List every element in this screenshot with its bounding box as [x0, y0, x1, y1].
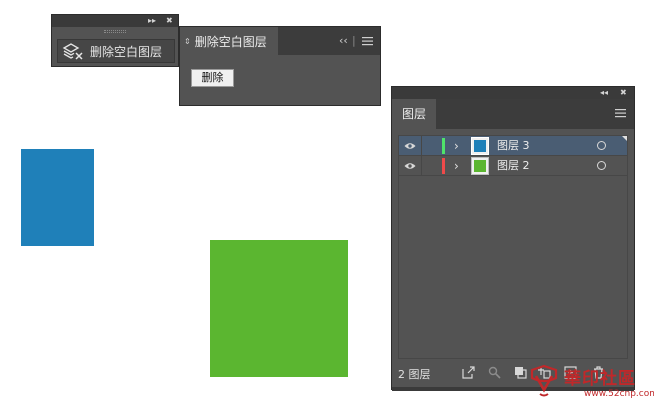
- delete-blank-layers-panel-button[interactable]: 删除空白图层: [57, 39, 175, 63]
- search-icon[interactable]: [488, 366, 501, 379]
- target-icon[interactable]: [597, 141, 606, 150]
- green-rectangle[interactable]: [210, 240, 348, 377]
- expand-icon[interactable]: ›: [454, 156, 459, 176]
- delete-blank-layers-panel: ⇕ 删除空白图层 ‹‹ | 删除: [179, 26, 381, 106]
- layer-thumbnail: [471, 157, 489, 175]
- layer-count: 2 图层: [398, 368, 431, 381]
- menu-icon[interactable]: [615, 108, 626, 118]
- panel-grip[interactable]: [104, 30, 126, 33]
- layer-color-tag: [442, 158, 445, 174]
- expand-panels-icon[interactable]: ▸▸: [148, 15, 156, 27]
- blue-rectangle[interactable]: [21, 149, 94, 246]
- close-icon[interactable]: ✖: [620, 87, 627, 99]
- layers-panel-topbar[interactable]: ◂◂ ✖: [392, 87, 634, 99]
- close-icon[interactable]: ✖: [166, 15, 173, 27]
- expand-icon[interactable]: ›: [454, 136, 459, 156]
- layer-thumbnail: [471, 137, 489, 155]
- delete-blank-layers-label: 删除空白图层: [90, 44, 163, 59]
- collapse-icon[interactable]: ‹‹: [339, 27, 348, 55]
- watermark-brand: 華印社區: [564, 369, 636, 389]
- column-divider: [421, 136, 422, 156]
- tab-label: 删除空白图层: [194, 34, 267, 49]
- column-divider: [421, 156, 422, 176]
- separator: |: [352, 34, 356, 47]
- target-icon[interactable]: [597, 161, 606, 170]
- panel-tab-bar: ⇕ 删除空白图层 ‹‹ |: [180, 27, 380, 55]
- tab-sort-icon[interactable]: ⇕: [184, 37, 191, 46]
- tab-layers[interactable]: 图层: [392, 99, 436, 129]
- layers-list[interactable]: › 图层 3 › 图层 2: [398, 135, 628, 359]
- selection-corner-icon: [622, 136, 627, 141]
- watermark-logo-icon: [530, 364, 558, 397]
- layer-color-tag: [442, 138, 445, 154]
- watermark: 華印社區 www.52cnp.com: [526, 362, 654, 402]
- collapsed-panel: ▸▸ ✖ 删除空白图层: [51, 14, 179, 67]
- eye-icon[interactable]: [404, 162, 416, 170]
- collapsed-panel-topbar[interactable]: ▸▸ ✖: [52, 15, 178, 27]
- collapse-icon[interactable]: ◂◂: [600, 87, 608, 99]
- export-icon[interactable]: [462, 366, 475, 379]
- layer-row[interactable]: › 图层 3: [399, 136, 627, 156]
- menu-icon[interactable]: [362, 36, 373, 46]
- delete-button[interactable]: 删除: [191, 69, 234, 87]
- tab-delete-blank-layers[interactable]: ⇕ 删除空白图层: [180, 27, 278, 55]
- watermark-url: www.52cnp.com: [584, 389, 654, 399]
- layers-delete-icon: [62, 43, 83, 60]
- layers-tab-bar: 图层: [392, 99, 634, 129]
- layer-name[interactable]: 图层 2: [497, 156, 530, 176]
- eye-icon[interactable]: [404, 142, 416, 150]
- layer-name[interactable]: 图层 3: [497, 136, 530, 156]
- layer-row[interactable]: › 图层 2: [399, 156, 627, 176]
- layers-panel: ◂◂ ✖ 图层 › 图层 3 › 图层 2 2 图层: [391, 86, 635, 391]
